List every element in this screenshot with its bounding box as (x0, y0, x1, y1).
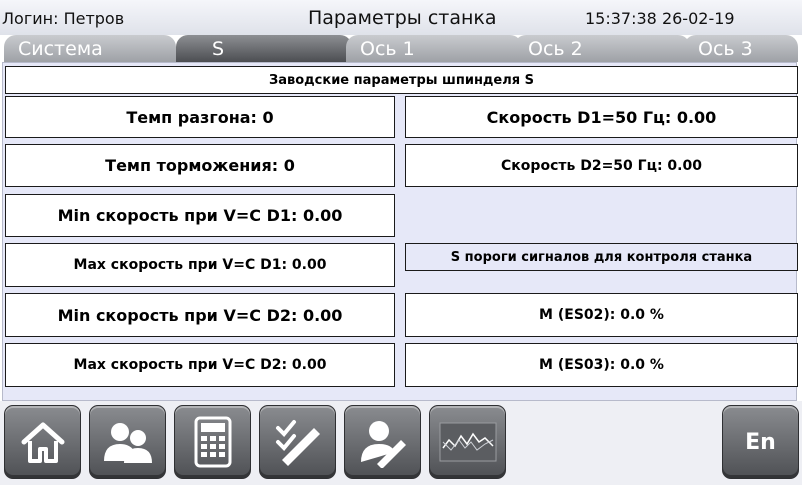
accel-rate-field[interactable]: Темп разгона: 0 (5, 96, 395, 138)
min-speed-d2-field[interactable]: Min скорость при V=C D2: 0.00 (5, 293, 395, 337)
checklist-button[interactable] (259, 405, 336, 479)
home-button[interactable] (4, 405, 81, 479)
max-speed-d2-field[interactable]: Max скорость при V=C D2: 0.00 (5, 343, 395, 387)
graph-button[interactable] (429, 405, 506, 479)
login-label: Логин: Петров (2, 9, 125, 28)
datetime-display: 15:37:38 26-02-19 (585, 9, 735, 28)
language-label: En (745, 429, 776, 455)
checklist-pen-icon (275, 420, 320, 466)
user-edit-button[interactable] (344, 405, 421, 479)
graph-icon (439, 422, 496, 462)
bottom-toolbar: En (0, 401, 802, 485)
tab-system[interactable]: Система (4, 35, 176, 62)
tab-axis-2[interactable]: Ось 2 (514, 35, 690, 62)
panel-title: Заводские параметры шпинделя S (5, 66, 798, 94)
user-edit-icon (360, 421, 406, 468)
decel-rate-field[interactable]: Темп торможения: 0 (5, 144, 395, 187)
speed-d1-field[interactable]: Скорость D1=50 Гц: 0.00 (405, 96, 798, 138)
speed-d2-field[interactable]: Скорость D2=50 Гц: 0.00 (405, 144, 798, 187)
m-es03-field[interactable]: M (ES03): 0.0 % (405, 343, 798, 387)
users-button[interactable] (89, 405, 166, 479)
thresholds-title: S пороги сигналов для контроля станка (405, 243, 798, 271)
min-speed-d1-field[interactable]: Min скорость при V=C D1: 0.00 (5, 194, 395, 237)
page-title: Параметры станка (308, 7, 497, 29)
calculator-button[interactable] (174, 405, 251, 479)
calculator-icon (194, 416, 231, 468)
tab-axis-1[interactable]: Ось 1 (346, 35, 522, 62)
m-es02-field[interactable]: M (ES02): 0.0 % (405, 293, 798, 337)
tab-bar: Система S Ось 1 Ось 2 Ось 3 (0, 35, 802, 62)
spindle-parameters-panel: Заводские параметры шпинделя S Темп разг… (2, 62, 798, 401)
home-icon (21, 422, 64, 463)
max-speed-d1-field[interactable]: Max скорость при V=C D1: 0.00 (5, 243, 395, 287)
title-bar: Логин: Петров Параметры станка 15:37:38 … (0, 0, 802, 35)
tab-axis-3[interactable]: Ось 3 (684, 35, 798, 62)
language-button[interactable]: En (722, 405, 799, 479)
tab-s[interactable]: S (176, 35, 352, 62)
users-icon (103, 423, 152, 463)
